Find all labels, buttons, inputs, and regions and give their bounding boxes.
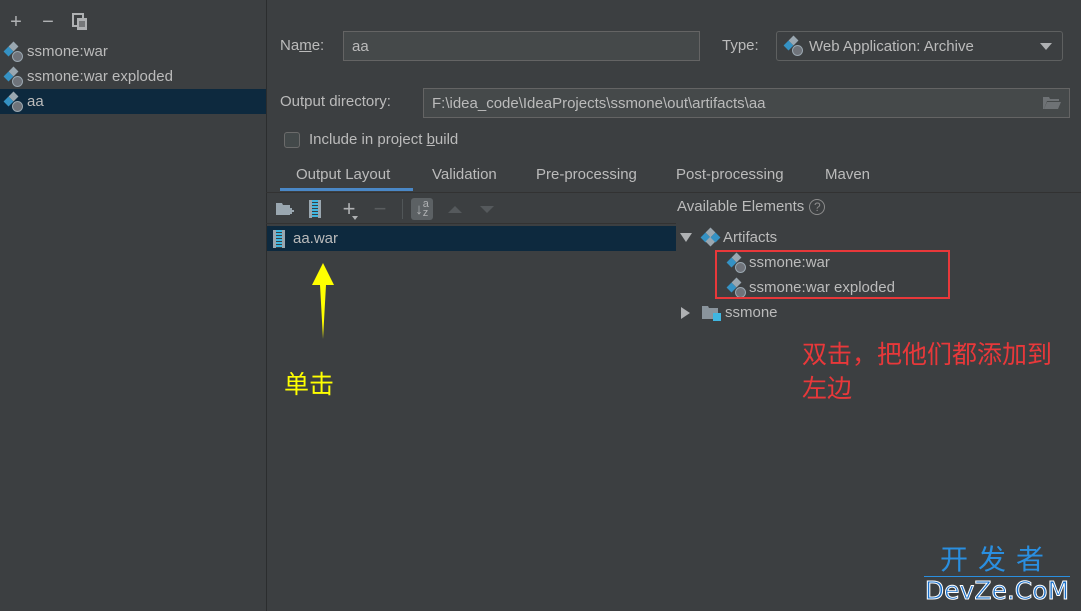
watermark: 开发者 DevZe.CoM — [922, 544, 1072, 605]
minus-icon: − — [373, 196, 387, 221]
create-directory-button[interactable] — [274, 198, 296, 220]
output-layout-toolbar: + − ↓ a z — [266, 195, 676, 224]
tree-node-label: ssmone — [725, 304, 778, 321]
tab-pre-processing[interactable]: Pre-processing — [536, 166, 637, 183]
move-down-button[interactable] — [476, 198, 498, 220]
collapsed-arrow-icon[interactable] — [681, 306, 690, 319]
add-artifact-button[interactable]: + — [6, 10, 26, 33]
copy-icon — [72, 13, 87, 30]
triangle-up-icon — [448, 205, 462, 213]
output-directory-label: Output directory: — [280, 93, 391, 110]
sidebar-item-label: ssmone:war exploded — [27, 68, 173, 85]
archive-icon — [273, 229, 285, 248]
copy-artifact-button[interactable] — [70, 12, 90, 32]
available-elements-title: Available Elements — [677, 198, 805, 215]
sort-alpha-icon: ↓ a z — [415, 198, 429, 219]
include-in-build-option[interactable]: Include in project build — [284, 131, 458, 148]
type-label: Type: — [722, 37, 759, 54]
type-value: Web Application: Archive — [809, 37, 974, 55]
name-field[interactable]: aa — [343, 31, 700, 61]
new-folder-icon — [276, 203, 294, 215]
output-directory-value: F:\idea_code\IdeaProjects\ssmone\out\art… — [432, 94, 766, 112]
minus-icon: − — [42, 10, 54, 33]
sidebar-item-ssmone-war-exploded[interactable]: ssmone:war exploded — [0, 64, 266, 89]
remove-artifact-button[interactable]: − — [38, 10, 58, 33]
available-elements-header: Available Elements ? — [677, 198, 826, 215]
chevron-down-icon — [1040, 43, 1052, 50]
include-in-build-checkbox[interactable] — [284, 131, 300, 148]
artifacts-icon — [700, 227, 721, 248]
toolbar-separator — [402, 199, 403, 219]
annotation-double-click: 双击，把他们都添加到 左边 — [802, 340, 1053, 403]
watermark-bottom: DevZe.CoM — [924, 576, 1070, 605]
name-label: Name: — [280, 37, 325, 54]
web-artifact-icon — [3, 66, 23, 87]
sidebar-toolbar: + − — [6, 10, 90, 34]
tab-output-layout[interactable]: Output Layout — [296, 166, 390, 183]
dropdown-indicator-icon — [352, 216, 358, 220]
watermark-top: 开发者 — [939, 543, 1054, 576]
type-select[interactable]: Web Application: Archive — [776, 31, 1063, 61]
plus-icon: + — [10, 10, 22, 33]
web-artifact-icon — [783, 35, 803, 56]
move-up-button[interactable] — [444, 198, 466, 220]
tree-node-artifacts[interactable]: Artifacts — [680, 225, 895, 250]
name-value: aa — [352, 37, 369, 55]
sidebar-item-label: ssmone:war — [27, 43, 108, 60]
add-copy-button[interactable]: + — [338, 196, 360, 221]
artifacts-sidebar: + − ssmone:war ssmone:war exploded aa — [0, 0, 267, 611]
expanded-arrow-icon[interactable] — [680, 233, 692, 242]
triangle-down-icon — [480, 205, 494, 213]
annotation-single-click: 单击 — [284, 370, 335, 399]
layout-root-label: aa.war — [293, 230, 339, 247]
active-tab-indicator — [280, 188, 413, 191]
archive-icon — [309, 200, 321, 218]
tree-node-ssmone[interactable]: ssmone — [680, 300, 895, 325]
output-directory-field[interactable]: F:\idea_code\IdeaProjects\ssmone\out\art… — [423, 88, 1070, 118]
module-folder-icon — [702, 305, 721, 321]
sidebar-item-label: aa — [27, 93, 44, 110]
web-artifact-icon — [3, 41, 23, 62]
tab-post-processing[interactable]: Post-processing — [676, 166, 784, 183]
tab-maven[interactable]: Maven — [825, 166, 870, 183]
sort-elements-button[interactable]: ↓ a z — [411, 198, 433, 220]
help-icon[interactable]: ? — [809, 198, 826, 215]
sidebar-item-aa[interactable]: aa — [0, 89, 266, 114]
tab-validation[interactable]: Validation — [432, 166, 497, 183]
layout-root-item[interactable]: aa.war — [267, 226, 676, 251]
annotation-highlight-box — [715, 250, 950, 299]
include-in-build-label: Include in project build — [309, 131, 459, 148]
remove-element-button[interactable]: − — [369, 196, 391, 221]
add-archive-button[interactable] — [304, 198, 326, 220]
tree-node-label: Artifacts — [723, 229, 778, 246]
folder-open-icon[interactable] — [1043, 96, 1061, 110]
annotation-arrow-up — [312, 263, 334, 339]
sidebar-item-ssmone-war[interactable]: ssmone:war — [0, 39, 266, 64]
artifact-tabs: Output Layout Validation Pre-processing … — [266, 160, 1081, 193]
web-artifact-icon — [3, 91, 23, 112]
